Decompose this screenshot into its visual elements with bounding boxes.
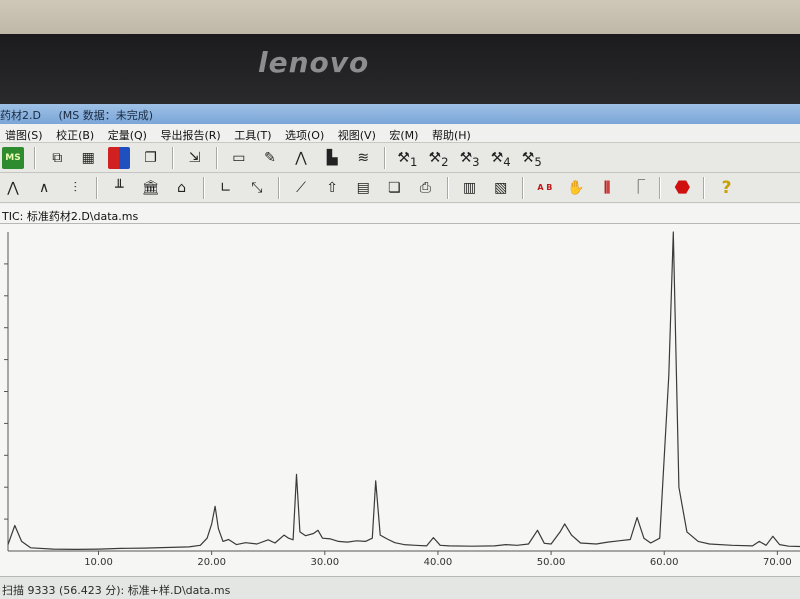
peaks-icon[interactable]: ⋀ bbox=[2, 177, 24, 199]
toolbar-separator bbox=[446, 177, 449, 199]
x-tick-label: 60.00 bbox=[650, 557, 679, 568]
toolbar-separator bbox=[277, 177, 280, 199]
x-tick-label: 70.00 bbox=[763, 557, 792, 568]
document-icon[interactable]: ▥ bbox=[459, 177, 481, 199]
toolbar-separator bbox=[215, 147, 218, 169]
status-bar: 扫描 9333 (56.423 分): 标准+样.D\data.ms bbox=[0, 576, 800, 599]
window-mode: (MS 数据：未完成) bbox=[58, 109, 154, 122]
menu-export-report[interactable]: 导出报告(R) bbox=[155, 124, 225, 142]
x-tick-label: 20.00 bbox=[197, 557, 226, 568]
toolbar-separator bbox=[521, 177, 524, 199]
menu-bar: 谱图(S) 校正(B) 定量(Q) 导出报告(R) 工具(T) 选项(O) 视图… bbox=[0, 124, 800, 143]
calibrate-icon[interactable]: ⟋ bbox=[290, 177, 312, 199]
menu-view[interactable]: 视图(V) bbox=[333, 124, 381, 142]
macro-5-icon[interactable]: ⚒5 bbox=[521, 147, 543, 169]
step-icon[interactable]: ⎾ bbox=[627, 177, 649, 199]
analysis-toolbar: ⋀ ∧ ⫶ ╨ 🏛 ⌂ ∟ ⤡ ⟋ ⇧ ▤ ❏ ⎙ ▥ ▧ A B ✋ ⫼ ⎾ … bbox=[0, 173, 800, 203]
chromatogram-title: TIC: 标准药材2.D\data.ms bbox=[0, 204, 800, 224]
page-icon[interactable]: ❏ bbox=[383, 177, 405, 199]
zoom-icon[interactable]: ⤡ bbox=[246, 177, 268, 199]
macro-1-icon[interactable]: ⚒1 bbox=[396, 147, 418, 169]
ms-data-icon[interactable]: MS bbox=[2, 147, 24, 169]
toolbar-separator bbox=[384, 147, 387, 169]
split-icon[interactable]: ⫼ bbox=[596, 177, 618, 199]
menu-tools[interactable]: 工具(T) bbox=[229, 124, 276, 142]
tic-trace bbox=[7, 231, 800, 550]
macro-3-icon[interactable]: ⚒3 bbox=[459, 147, 481, 169]
text-icon[interactable]: ▭ bbox=[228, 147, 250, 169]
toolbar-separator bbox=[202, 177, 205, 199]
title-bar: 药材2.D (MS 数据：未完成) bbox=[0, 104, 800, 124]
x-tick-label: 30.00 bbox=[310, 557, 339, 568]
lenovo-logo: lenovo bbox=[258, 46, 370, 79]
menu-quantitate[interactable]: 定量(Q) bbox=[103, 124, 152, 142]
toolbar-separator bbox=[703, 177, 706, 199]
tic-chart[interactable]: 10.00 20.00 30.00 40.00 50.00 60.00 70.00 bbox=[0, 224, 800, 576]
library-search-icon[interactable]: ⌂ bbox=[171, 177, 193, 199]
wall-background bbox=[0, 0, 800, 38]
macro-1-label: 1 bbox=[409, 154, 418, 169]
macro-2-label: 2 bbox=[441, 154, 449, 169]
application-window: 药材2.D (MS 数据：未完成) 谱图(S) 校正(B) 定量(Q) 导出报告… bbox=[0, 104, 800, 599]
up-arrow-icon[interactable]: ⇧ bbox=[321, 177, 343, 199]
window-icon[interactable]: ❐ bbox=[139, 147, 161, 169]
menu-macro[interactable]: 宏(M) bbox=[384, 124, 423, 142]
macro-4-label: 4 bbox=[503, 154, 511, 169]
bar-peak-icon[interactable]: ▙ bbox=[321, 147, 343, 169]
copy-icon[interactable]: ⧉ bbox=[46, 147, 68, 169]
menu-help[interactable]: 帮助(H) bbox=[427, 124, 476, 142]
stop-icon[interactable]: ⬣ bbox=[671, 177, 693, 199]
print-icon[interactable]: ⎙ bbox=[414, 177, 436, 199]
macro-2-icon[interactable]: ⚒2 bbox=[428, 147, 450, 169]
toolbar-separator bbox=[171, 147, 174, 169]
x-tick-label: 40.00 bbox=[424, 557, 453, 568]
chromatogram-plot[interactable]: 10.00 20.00 30.00 40.00 50.00 60.00 70.00 bbox=[0, 224, 800, 576]
annotate-icon[interactable]: ✎ bbox=[259, 147, 281, 169]
macro-5-label: 5 bbox=[534, 154, 542, 169]
hand-icon[interactable]: ✋ bbox=[565, 177, 587, 199]
monitor-bezel bbox=[0, 34, 800, 106]
x-tick-label: 10.00 bbox=[84, 557, 113, 568]
library-icon[interactable]: 🏛 bbox=[139, 177, 161, 199]
toolbar-separator bbox=[96, 177, 99, 199]
macro-3-label: 3 bbox=[472, 154, 480, 169]
menu-calibrate[interactable]: 校正(B) bbox=[51, 124, 99, 142]
menu-options[interactable]: 选项(O) bbox=[280, 124, 329, 142]
axis-icon[interactable]: ∟ bbox=[215, 177, 237, 199]
document-export-icon[interactable]: ▧ bbox=[490, 177, 512, 199]
export-icon[interactable]: ⇲ bbox=[184, 147, 206, 169]
toolbar-separator bbox=[659, 177, 662, 199]
color-grid-icon[interactable]: ▦ bbox=[77, 147, 99, 169]
main-toolbar: MS ⧉ ▦ ❐ ⇲ ▭ ✎ ⋀ ▙ ≋ ⚒1 ⚒2 ⚒3 ⚒4 ⚒5 bbox=[0, 143, 800, 173]
integrate-icon[interactable]: ⫶ bbox=[64, 177, 86, 199]
toolbar-separator bbox=[34, 147, 37, 169]
menu-spectrum[interactable]: 谱图(S) bbox=[0, 124, 48, 142]
chromatogram-icon[interactable]: ≋ bbox=[352, 147, 374, 169]
peak-icon[interactable]: ⋀ bbox=[290, 147, 312, 169]
window-title: 药材2.D bbox=[0, 109, 41, 122]
x-tick-label: 50.00 bbox=[537, 557, 566, 568]
report-icon[interactable]: ▤ bbox=[352, 177, 374, 199]
small-peaks-icon[interactable]: ∧ bbox=[33, 177, 55, 199]
help-icon[interactable]: ? bbox=[716, 177, 738, 199]
compare-ab-icon[interactable]: A B bbox=[534, 177, 556, 199]
macro-4-icon[interactable]: ⚒4 bbox=[490, 147, 512, 169]
baseline-icon[interactable]: ╨ bbox=[108, 177, 130, 199]
multicolor-icon[interactable] bbox=[108, 147, 131, 169]
